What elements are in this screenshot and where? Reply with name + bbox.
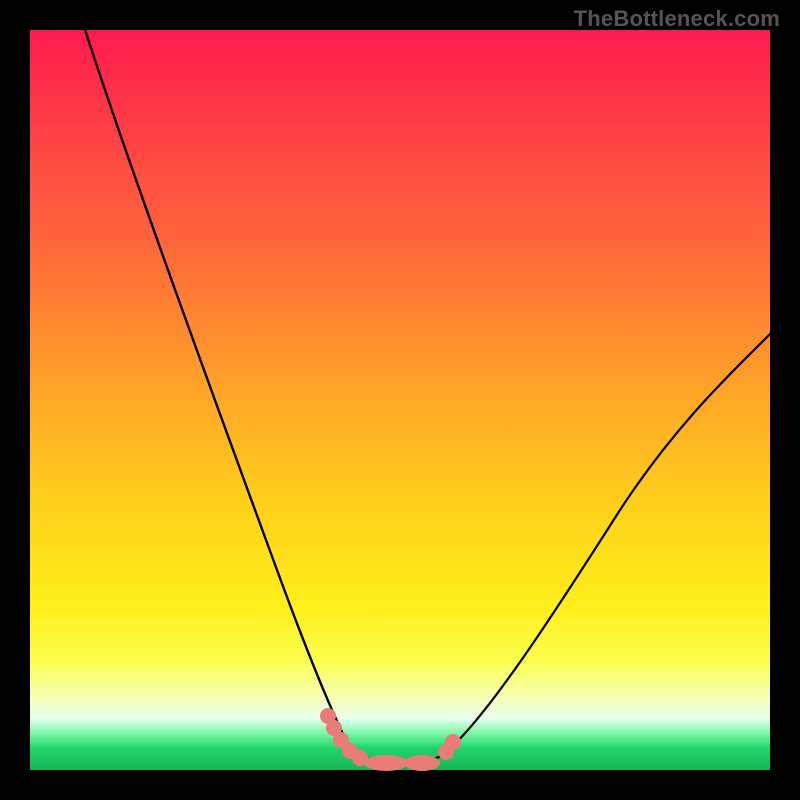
watermark-text: TheBottleneck.com [574,6,780,32]
curve-right-arm [444,332,772,754]
marker-group [320,708,461,771]
marker-bar [364,755,408,771]
chart-svg [30,30,770,770]
chart-frame: TheBottleneck.com [0,0,800,800]
marker-bar [404,755,440,771]
marker-dot [445,734,461,750]
curve-left-arm [82,20,352,752]
